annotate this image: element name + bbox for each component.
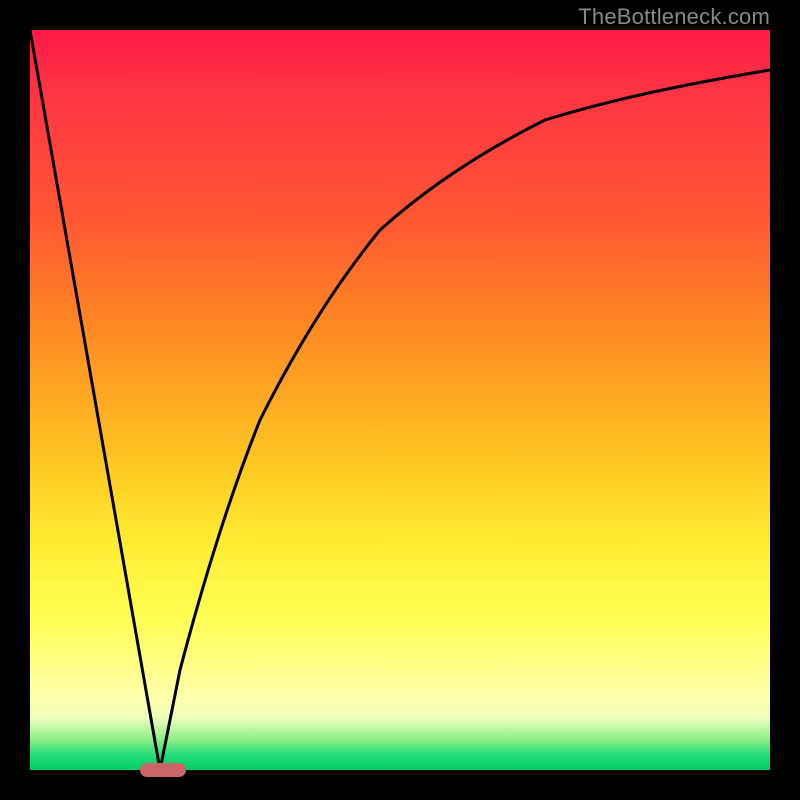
plot-area — [30, 30, 770, 770]
highlight-pill — [140, 763, 186, 777]
rising-curve — [160, 70, 770, 770]
v-left-line — [30, 30, 160, 770]
curve-svg — [30, 30, 770, 770]
watermark-text: TheBottleneck.com — [578, 4, 770, 30]
chart-container: TheBottleneck.com — [0, 0, 800, 800]
